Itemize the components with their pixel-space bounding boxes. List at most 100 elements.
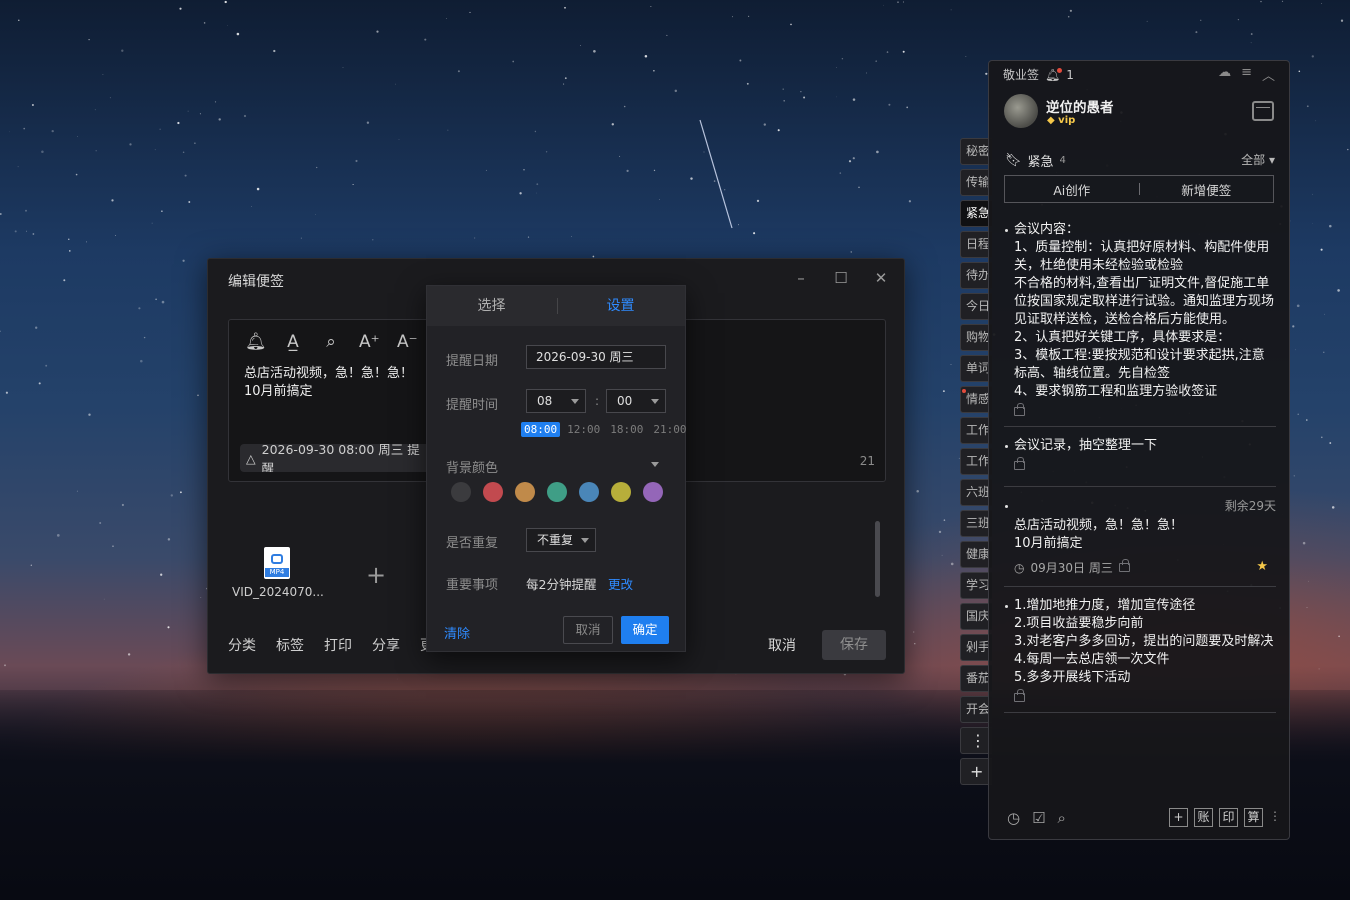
scrollbar[interactable] (875, 521, 880, 597)
repeat-value: 不重复 (537, 533, 574, 547)
text-color-icon[interactable]: A̲ (283, 332, 303, 352)
char-count: 21 (859, 454, 875, 468)
due-date: ◷ 09月30日 周三 (1014, 559, 1276, 576)
popup-ok-button[interactable]: 确定 (621, 616, 669, 644)
print-button[interactable]: 打印 (324, 635, 352, 655)
popup-tabs: 选择 设置 (427, 286, 685, 326)
minimize-icon[interactable]: – (792, 269, 810, 287)
window-controls: – ☐ ✕ (792, 269, 890, 287)
color-swatch[interactable] (611, 482, 631, 502)
account-book-button[interactable]: 账 (1194, 808, 1213, 827)
file-type-label: MP4 (265, 568, 289, 577)
popup-cancel-button[interactable]: 取消 (563, 616, 613, 644)
star-icon[interactable]: ★ (1256, 559, 1268, 574)
list-item[interactable]: 会议记录，抽空整理一下 (1004, 437, 1276, 487)
user-name[interactable]: 逆位的愚者 (1046, 96, 1114, 116)
font-increase-icon[interactable]: A⁺ (359, 332, 380, 352)
quick-time-option[interactable]: 21:00 (650, 422, 689, 437)
change-link[interactable]: 更改 (608, 574, 633, 593)
panel-action-bar: Ai创作 新增便签 (1004, 175, 1274, 203)
lock-icon (1014, 457, 1025, 470)
due-date-text: 09月30日 周三 (1030, 561, 1113, 575)
calendar-icon[interactable] (1252, 101, 1274, 121)
filter-select[interactable]: 全部 ▾ (1241, 151, 1275, 168)
note-text: 会议内容： 1、质量控制：认真把好原材料、构配件使用关，杜绝使用未经检验或检验 … (1014, 222, 1275, 399)
lock-icon (1014, 689, 1025, 702)
font-decrease-icon[interactable]: A⁻ (397, 332, 418, 352)
chevron-down-icon (581, 538, 589, 543)
color-swatch[interactable] (579, 482, 599, 502)
notification-count: 1 (1066, 67, 1074, 82)
color-swatch[interactable] (483, 482, 503, 502)
reminder-chip-text: 2026-09-30 08:00 周三 提醒 (261, 444, 420, 472)
tab-select[interactable]: 选择 (427, 286, 556, 326)
new-note-button[interactable]: 新增便签 (1140, 180, 1274, 199)
tab-settings[interactable]: 设置 (556, 286, 685, 326)
days-remaining: 剩余29天 (1224, 499, 1276, 513)
important-value: 每2分钟提醒 (526, 577, 597, 592)
list-item[interactable]: 剩余29天 总店活动视频，急！急！急！ 10月前搞定 ◷ 09月30日 周三 ★ (1004, 497, 1276, 587)
note-list: 会议内容： 1、质量控制：认真把好原材料、构配件使用关，杜绝使用未经检验或检验 … (1004, 221, 1276, 723)
color-swatch[interactable] (451, 482, 471, 502)
cancel-button[interactable]: 取消 (768, 635, 796, 655)
minute-select[interactable]: 00 (606, 389, 666, 413)
group-header[interactable]: 🔖︎ 紧急 4 (1005, 151, 1066, 170)
note-text: 会议记录，抽空整理一下 (1014, 438, 1158, 453)
quick-time-option[interactable]: 18:00 (607, 422, 646, 437)
repeat-select[interactable]: 不重复 (526, 528, 596, 552)
cloud-sync-icon[interactable]: ☁ (1218, 65, 1231, 84)
more-icon[interactable]: ⋮ (1269, 808, 1281, 827)
panel-footer-left: ◷ ☑ ⌕ (1007, 809, 1066, 827)
format-toolbar: 🔔︎ A̲ ⌕ A⁺ A⁻ (245, 332, 418, 352)
attachment-name: VID_2024070... (232, 585, 324, 599)
video-file-icon: MP4 (264, 547, 290, 579)
quick-time-option[interactable]: 08:00 (521, 422, 561, 437)
panel-header: 敬业签 🔔︎ 1 (1003, 66, 1074, 83)
panel-footer-right: + 账 印 算 ⋮ (1169, 808, 1281, 827)
search-icon[interactable]: ⌕ (1058, 809, 1066, 827)
note-content[interactable]: 总店活动视频，急！急！急！ 10月前搞定 (244, 365, 413, 401)
share-button[interactable]: 分享 (372, 635, 400, 655)
reminder-chip[interactable]: △ 2026-09-30 08:00 周三 提醒 (240, 444, 440, 472)
bell-icon: △ (246, 450, 256, 466)
tag-button[interactable]: 标签 (276, 635, 304, 655)
date-input[interactable]: 2026-09-30 周三 (526, 345, 666, 369)
quick-time-option[interactable]: 12:00 (564, 422, 603, 437)
ai-create-button[interactable]: Ai创作 (1005, 180, 1139, 199)
color-swatch[interactable] (515, 482, 535, 502)
app-name: 敬业签 (1003, 68, 1040, 82)
vip-badge: ◆ vip (1047, 115, 1076, 126)
notification-bell-icon[interactable]: 🔔︎ (1045, 67, 1063, 82)
save-button[interactable]: 保存 (822, 630, 886, 660)
note-text: 总店活动视频，急！急！急！ 10月前搞定 (1014, 518, 1184, 551)
bookmark-icon: 🔖︎ (1005, 153, 1022, 168)
sticky-notes-panel: 敬业签 🔔︎ 1 ☁ ≡ ︿ 逆位的愚者 ◆ vip 🔖︎ 紧急 4 全部 ▾ … (988, 60, 1290, 840)
list-item[interactable]: 1.增加地推力度，增加宣传途径 2.项目收益要稳步向前 3.对老客户多多回访，提… (1004, 597, 1276, 713)
bell-icon[interactable]: 🔔︎ (245, 332, 267, 352)
date-label: 提醒日期 (446, 354, 499, 369)
add-note-icon[interactable]: + (1169, 808, 1188, 827)
archive-icon[interactable]: ☑ (1032, 809, 1045, 827)
maximize-icon[interactable]: ☐ (832, 269, 850, 287)
close-icon[interactable]: ✕ (872, 269, 890, 287)
attachment-item[interactable]: MP4 VID_2024070... (232, 547, 324, 599)
calculator-button[interactable]: 算 (1244, 808, 1263, 827)
chevron-down-icon[interactable] (651, 462, 659, 467)
color-swatch[interactable] (547, 482, 567, 502)
search-icon[interactable]: ⌕ (321, 332, 341, 352)
lock-icon (1118, 559, 1130, 572)
time-separator: : (595, 394, 600, 408)
clear-link[interactable]: 清除 (444, 623, 470, 642)
color-swatch[interactable] (643, 482, 663, 502)
add-attachment-icon[interactable]: + (366, 561, 386, 589)
clock-icon[interactable]: ◷ (1007, 809, 1020, 827)
collapse-icon[interactable]: ︿ (1262, 65, 1275, 84)
category-button[interactable]: 分类 (228, 635, 256, 655)
panel-header-tools: ☁ ≡ ︿ (1218, 65, 1275, 84)
stamp-button[interactable]: 印 (1219, 808, 1238, 827)
clock-icon: ◷ (1014, 560, 1025, 575)
list-item[interactable]: 会议内容： 1、质量控制：认真把好原材料、构配件使用关，杜绝使用未经检验或检验 … (1004, 221, 1276, 427)
hour-select[interactable]: 08 (526, 389, 586, 413)
avatar[interactable] (1004, 94, 1038, 128)
menu-icon[interactable]: ≡ (1241, 65, 1252, 84)
